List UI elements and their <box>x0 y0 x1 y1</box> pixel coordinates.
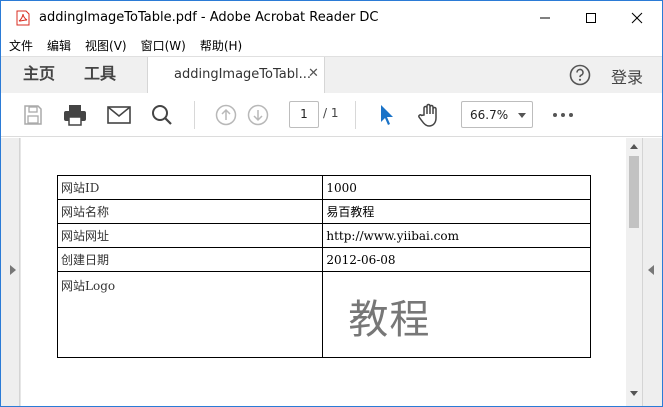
menu-window[interactable]: 窗口(W) <box>141 37 186 54</box>
table-cell-value: 易百教程 <box>322 199 591 224</box>
zoom-value: 66.7% <box>470 108 509 122</box>
table-cell-label: 创建日期 <box>56 247 324 272</box>
arrow-up-circle-icon <box>215 104 237 126</box>
vertical-scrollbar[interactable] <box>626 138 642 406</box>
table-row: 创建日期 2012-06-08 <box>56 247 591 272</box>
previous-page-button[interactable] <box>214 103 238 127</box>
table-cell-value: 2012-06-08 <box>322 247 591 272</box>
table-cell-label: 网站网址 <box>56 223 324 248</box>
tab-tools[interactable]: 工具 <box>84 57 116 93</box>
logo-image: 教程 <box>348 297 431 343</box>
cursor-arrow-icon <box>381 105 393 125</box>
scroll-down-icon[interactable] <box>630 391 638 396</box>
table-cell-value: 1000 <box>322 175 591 200</box>
table-row: 网站ID 1000 <box>56 175 591 200</box>
right-panel-toggle[interactable] <box>642 138 662 406</box>
save-icon <box>24 105 42 125</box>
pdf-page: 网站ID 1000 网站名称 易百教程 网站网址 http://www.yiib… <box>21 138 626 406</box>
table-row: 网站Logo 教程 <box>56 271 591 358</box>
maximize-icon <box>586 12 596 23</box>
save-button[interactable] <box>21 103 45 127</box>
table-cell-value: http://www.yiibai.com <box>322 223 591 248</box>
print-button[interactable] <box>63 103 87 127</box>
expand-left-icon <box>648 265 654 275</box>
hand-icon <box>418 103 437 127</box>
hand-tool-button[interactable] <box>417 103 441 127</box>
arrow-down-circle-icon <box>247 104 269 126</box>
title-bar: addingImageToTable.pdf - Adobe Acrobat R… <box>1 1 662 34</box>
help-icon[interactable] <box>569 64 591 86</box>
tab-bar: 主页 工具 addingImageToTabl... ✕ 登录 <box>1 56 662 94</box>
close-tab-icon[interactable]: ✕ <box>308 66 319 81</box>
search-button[interactable] <box>150 103 174 127</box>
envelope-icon <box>107 106 131 124</box>
scroll-up-icon[interactable] <box>630 144 638 149</box>
menu-view[interactable]: 视图(V) <box>85 37 127 54</box>
window-title: addingImageToTable.pdf - Adobe Acrobat R… <box>39 10 379 25</box>
toolbar-divider <box>355 101 356 129</box>
table-cell-label: 网站Logo <box>56 271 324 358</box>
menu-help[interactable]: 帮助(H) <box>200 37 242 54</box>
page-number-input[interactable]: 1 <box>289 101 319 128</box>
more-options-icon[interactable] <box>553 113 573 117</box>
document-tab-label: addingImageToTabl... <box>174 67 311 82</box>
zoom-select[interactable]: 66.7% <box>461 101 533 128</box>
chevron-down-icon <box>518 113 526 118</box>
menu-file[interactable]: 文件 <box>9 37 33 54</box>
sign-in-link[interactable]: 登录 <box>611 64 643 88</box>
printer-icon <box>64 105 86 126</box>
maximize-button[interactable] <box>568 1 614 34</box>
close-icon <box>631 12 643 23</box>
table-row: 网站网址 http://www.yiibai.com <box>56 223 591 248</box>
next-page-button[interactable] <box>246 103 270 127</box>
toolbar: 1 / 1 66.7% <box>1 93 662 137</box>
left-panel-toggle[interactable] <box>1 138 20 406</box>
toolbar-divider <box>194 101 195 129</box>
acrobat-window: addingImageToTable.pdf - Adobe Acrobat R… <box>0 0 663 407</box>
search-icon <box>152 105 172 125</box>
close-window-button[interactable] <box>614 1 660 34</box>
scroll-thumb[interactable] <box>629 156 639 228</box>
expand-right-icon <box>10 265 16 275</box>
page-total: / 1 <box>323 106 339 120</box>
minimize-button[interactable] <box>522 1 568 34</box>
table-row: 网站名称 易百教程 <box>56 199 591 224</box>
document-viewport: 网站ID 1000 网站名称 易百教程 网站网址 http://www.yiib… <box>1 138 662 406</box>
pdf-file-icon <box>16 10 30 26</box>
menu-bar: 文件 编辑 视图(V) 窗口(W) 帮助(H) <box>1 34 662 56</box>
table-cell-label: 网站ID <box>56 175 324 200</box>
table-cell-image: 教程 <box>322 271 591 358</box>
pdf-table: 网站ID 1000 网站名称 易百教程 网站网址 http://www.yiib… <box>56 175 591 358</box>
select-tool-button[interactable] <box>375 103 399 127</box>
tab-home[interactable]: 主页 <box>23 57 55 93</box>
minimize-icon <box>540 17 550 18</box>
email-button[interactable] <box>107 103 131 127</box>
table-cell-label: 网站名称 <box>56 199 324 224</box>
menu-edit[interactable]: 编辑 <box>47 37 71 54</box>
tab-document[interactable]: addingImageToTabl... ✕ <box>147 57 325 94</box>
